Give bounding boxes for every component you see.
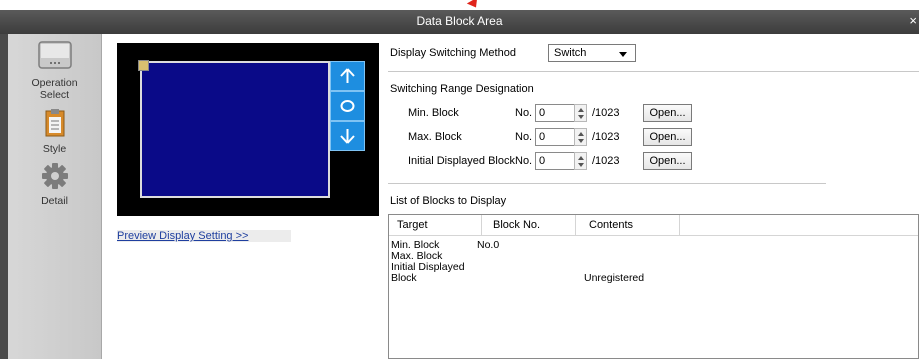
- sidebar-item-label: Detail: [41, 195, 68, 207]
- column-separator: [575, 215, 576, 235]
- switching-method-select[interactable]: Switch: [548, 44, 636, 62]
- initial-block-label: Initial Displayed Block: [408, 155, 515, 167]
- preview-marker: [138, 60, 149, 71]
- column-header-target[interactable]: Target: [397, 219, 428, 231]
- scroll-down-button[interactable]: [330, 121, 365, 151]
- window-frame-left: [0, 34, 8, 359]
- initial-block-open-button[interactable]: Open...: [643, 152, 692, 170]
- column-separator: [481, 215, 482, 235]
- column-separator: [679, 215, 680, 235]
- divider: [388, 183, 826, 184]
- max-block-spinner[interactable]: [574, 128, 587, 146]
- row-contents: Unregistered: [584, 272, 645, 284]
- min-block-spinner[interactable]: [574, 104, 587, 122]
- input-value: 0: [539, 131, 546, 143]
- preview-screen: [140, 61, 330, 198]
- title-bar: Data Block Area ×: [0, 10, 919, 34]
- min-block-label: Min. Block: [408, 107, 459, 119]
- scroll-up-button[interactable]: [330, 61, 365, 91]
- keyboard-icon: [8, 38, 101, 75]
- sidebar-item-detail[interactable]: Detail: [8, 162, 101, 207]
- sidebar-item-label: Select: [39, 89, 70, 101]
- min-block-open-button[interactable]: Open...: [643, 104, 692, 122]
- sidebar-item-style[interactable]: Style: [8, 108, 101, 155]
- no-label: No.: [515, 107, 533, 119]
- list-heading: List of Blocks to Display: [390, 195, 507, 207]
- max-block-label: Max. Block: [408, 131, 462, 143]
- sidebar: Operation Select Style Detail: [8, 34, 102, 359]
- top-strip: [0, 0, 919, 10]
- max-range-label: /1023: [592, 131, 620, 143]
- window-title: Data Block Area: [416, 14, 503, 28]
- column-header-contents[interactable]: Contents: [589, 219, 633, 231]
- max-range-label: /1023: [592, 155, 620, 167]
- reset-button[interactable]: [330, 91, 365, 121]
- column-header-block-no[interactable]: Block No.: [493, 219, 540, 231]
- sidebar-item-operation-select[interactable]: Operation Select: [8, 38, 101, 101]
- preview-panel: [117, 43, 379, 216]
- select-value: Switch: [554, 47, 587, 59]
- clipboard-icon: [8, 108, 101, 141]
- input-value: 0: [539, 107, 546, 119]
- preview-display-setting-link[interactable]: Preview Display Setting >>: [117, 230, 291, 242]
- switching-method-label: Display Switching Method: [390, 47, 516, 59]
- initial-block-spinner[interactable]: [574, 152, 587, 170]
- no-label: No.: [515, 155, 533, 167]
- blocks-list[interactable]: Target Block No. Contents Min. Block No.…: [388, 214, 919, 359]
- max-range-label: /1023: [592, 107, 620, 119]
- divider: [388, 71, 919, 72]
- sidebar-item-label: Style: [42, 143, 67, 155]
- input-value: 0: [539, 155, 546, 167]
- max-block-open-button[interactable]: Open...: [643, 128, 692, 146]
- link-text[interactable]: Preview Display Setting >>: [117, 230, 248, 242]
- settings-panel: Display Switching Method Switch Switchin…: [388, 34, 919, 359]
- chevron-down-icon: [619, 52, 627, 57]
- no-label: No.: [515, 131, 533, 143]
- close-icon[interactable]: ×: [909, 13, 917, 28]
- row-target: Block: [391, 272, 417, 284]
- row-block-no: No.0: [477, 239, 500, 251]
- list-header: Target Block No. Contents: [389, 215, 918, 236]
- sidebar-item-label: Operation: [31, 77, 78, 89]
- gear-icon: [8, 162, 101, 193]
- range-heading: Switching Range Designation: [390, 83, 534, 95]
